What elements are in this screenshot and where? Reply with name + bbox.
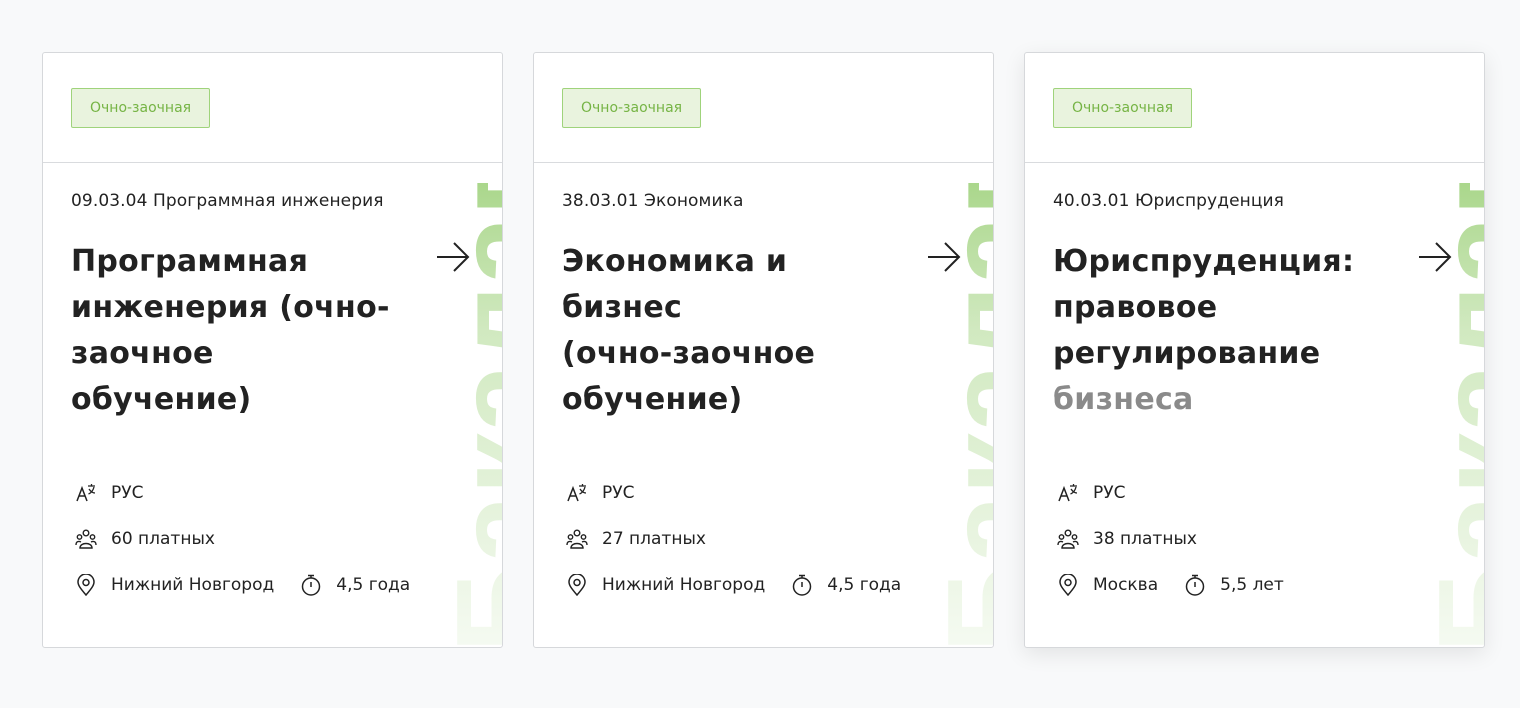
program-title[interactable]: Юриспруденция: правовое регулирование би… [1053,239,1383,423]
location-pin-icon [1055,573,1081,597]
language-icon [564,481,590,505]
card-header: Очно-заочная [1025,53,1484,163]
language-icon [73,481,99,505]
seats-value: 38 платных [1093,529,1197,549]
language-row: РУС [564,481,925,505]
duration: 4,5 года [789,573,901,597]
location: Москва [1055,573,1158,597]
program-card[interactable]: Очно-заочная Бакалавр 09.03.04 Программн… [42,52,503,648]
program-meta: РУС 60 платных Нижний Новгород 4,5 года [73,481,434,619]
language-row: РУС [73,481,434,505]
city-value: Нижний Новгород [111,575,275,595]
program-title-line-muted: бизнеса [1053,382,1194,417]
program-title[interactable]: Экономика и бизнес (очно-заочное обучени… [562,239,892,423]
location: Нижний Новгород [564,573,765,597]
duration: 4,5 года [298,573,410,597]
program-title-line: Экономика и бизнес [562,244,788,325]
program-card[interactable]: Очно-заочная Бакалавр 38.03.01 Экономика… [533,52,994,648]
program-title-line: обучение) [562,382,743,417]
program-meta: РУС 38 платных Москва 5,5 лет [1055,481,1308,619]
language-row: РУС [1055,481,1308,505]
arrow-right-icon[interactable] [1417,239,1453,275]
study-form-badge: Очно-заочная [1053,88,1193,128]
program-title[interactable]: Программная инженерия (очно- заочное обу… [71,239,401,423]
program-title-line: заочное обучение) [71,336,252,417]
location-duration-row: Нижний Новгород 4,5 года [564,573,925,597]
study-form-badge: Очно-заочная [71,88,211,128]
stopwatch-icon [789,573,815,597]
location-duration-row: Москва 5,5 лет [1055,573,1308,597]
program-title-line: Программная [71,244,309,279]
duration-value: 4,5 года [336,575,411,595]
language-icon [1055,481,1081,505]
program-title-line: инженерия (очно- [71,290,390,325]
seats-row: 60 платных [73,527,434,551]
people-icon [1055,527,1081,551]
stopwatch-icon [1182,573,1208,597]
program-cards-list: Очно-заочная Бакалавр 09.03.04 Программн… [42,52,1485,648]
program-code: 09.03.04 Программная инженерия [71,191,384,211]
city-value: Москва [1093,575,1159,595]
language-value: РУС [602,483,635,503]
arrow-right-icon[interactable] [435,239,471,275]
location-pin-icon [73,573,99,597]
duration-value: 5,5 лет [1220,575,1284,595]
location: Нижний Новгород [73,573,274,597]
program-code: 40.03.01 Юриспруденция [1053,191,1284,211]
location-pin-icon [564,573,590,597]
seats-value: 60 платных [111,529,215,549]
language-value: РУС [1093,483,1126,503]
program-title-line: регулирование [1053,336,1321,371]
seats-row: 27 платных [564,527,925,551]
program-code: 38.03.01 Экономика [562,191,744,211]
card-header: Очно-заочная [534,53,993,163]
city-value: Нижний Новгород [602,575,766,595]
location-duration-row: Нижний Новгород 4,5 года [73,573,434,597]
language-value: РУС [111,483,144,503]
people-icon [564,527,590,551]
stopwatch-icon [298,573,324,597]
card-header: Очно-заочная [43,53,502,163]
duration: 5,5 лет [1182,573,1284,597]
study-form-badge: Очно-заочная [562,88,702,128]
duration-value: 4,5 года [827,575,902,595]
seats-row: 38 платных [1055,527,1308,551]
seats-value: 27 платных [602,529,706,549]
arrow-right-icon[interactable] [926,239,962,275]
program-title-line: (очно-заочное [562,336,816,371]
people-icon [73,527,99,551]
program-card[interactable]: Очно-заочная Бакалавр 40.03.01 Юриспруде… [1024,52,1485,648]
program-meta: РУС 27 платных Нижний Новгород 4,5 года [564,481,925,619]
program-title-line: Юриспруденция: [1053,244,1355,279]
program-title-line: правовое [1053,290,1218,325]
